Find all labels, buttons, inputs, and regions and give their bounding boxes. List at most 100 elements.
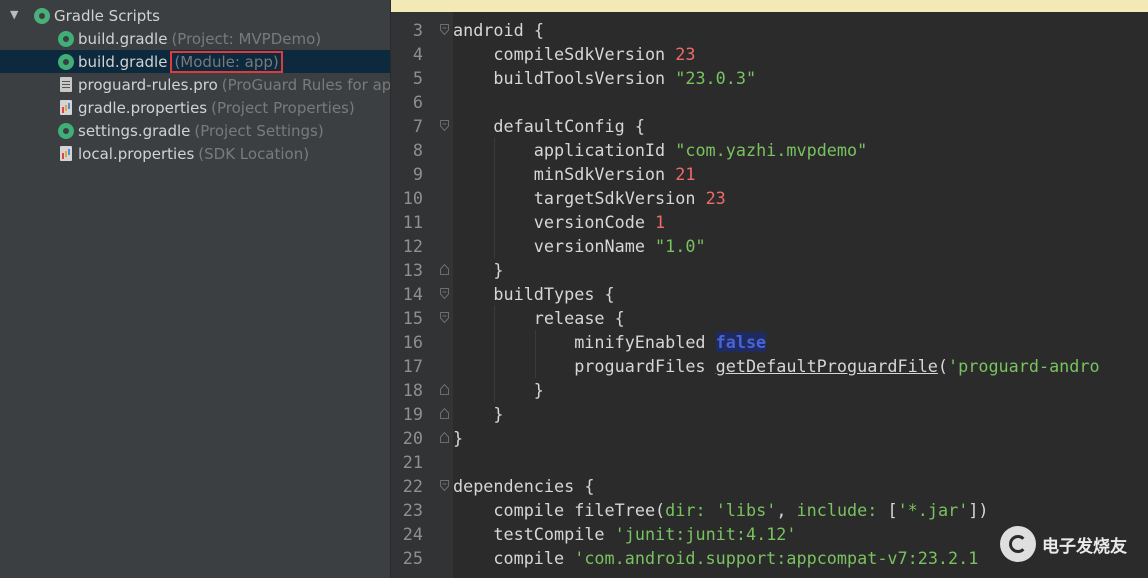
code-token: compileSdkVersion [493,44,676,64]
code-line[interactable]: 14 buildTypes { [391,282,1148,306]
code-text: compileSdkVersion 23 [493,42,695,66]
code-line[interactable]: 7 defaultConfig { [391,114,1148,138]
code-token: applicationId [533,140,676,160]
code-token: 'proguard-andro [948,356,1100,376]
file-name: proguard-rules.pro [78,75,218,94]
code-text: buildToolsVersion "23.0.3" [493,66,756,90]
code-line[interactable]: 12 versionName "1.0" [391,234,1148,258]
code-token: compile fileTree( [493,500,666,520]
tree-node-file[interactable]: settings.gradle (Project Settings) [0,119,390,142]
code-line[interactable]: 17 proguardFiles getDefaultProguardFile('… [391,354,1148,378]
code-text: } [453,426,463,450]
file-hint: (Project Properties) [211,98,355,117]
code-text: } [493,258,503,282]
code-token: release { [533,308,625,328]
code-text: targetSdkVersion 23 [534,186,726,210]
file-hint: (SDK Location) [198,144,310,163]
code-token: minifyEnabled [574,332,716,352]
code-text: versionCode 1 [534,210,665,234]
indent-guide [494,306,496,330]
tree-node-file[interactable]: build.gradle (Module: app) [0,50,390,73]
code-token: "1.0" [655,236,706,256]
code-token: } [493,404,504,424]
code-text: buildTypes { [493,282,614,306]
indent-guide [534,354,536,378]
line-number: 6 [412,92,423,112]
line-number: 19 [402,404,423,424]
line-number: 9 [412,164,423,184]
indent-guide [494,186,496,210]
watermark-logo-icon [1000,526,1036,562]
line-number: 4 [412,44,423,64]
code-token: "com.yazhi.mvpdemo" [675,140,868,160]
tree-node-gradle-scripts[interactable]: ▼ Gradle Scripts [0,4,390,27]
code-line[interactable]: 11 versionCode 1 [391,210,1148,234]
code-text: minSdkVersion 21 [534,162,696,186]
code-token: 1 [655,212,666,232]
code-text: compile 'com.android.support:appcompat-v… [493,546,978,570]
fold-open-icon[interactable] [440,312,449,323]
line-number: 25 [402,548,423,568]
properties-file-icon [60,146,72,161]
tree-node-label: Gradle Scripts [54,6,160,25]
code-line[interactable]: 18} [391,378,1148,402]
code-line[interactable]: 23 compile fileTree(dir: 'libs', include:… [391,498,1148,522]
file-hint: (ProGuard Rules for app [221,75,391,94]
code-token: ]) [968,500,989,520]
code-token: false [715,332,767,352]
code-line[interactable]: 22 dependencies { [391,474,1148,498]
line-number: 7 [412,116,423,136]
line-number: 8 [412,140,423,160]
code-text: versionName "1.0" [534,234,706,258]
indent-guide [494,162,496,186]
code-line[interactable]: 8 applicationId "com.yazhi.mvpdemo" [391,138,1148,162]
expand-arrow-icon[interactable]: ▼ [10,8,18,21]
code-line[interactable]: 3 android { [391,18,1148,42]
line-number: 14 [402,284,423,304]
code-line[interactable]: 9 minSdkVersion 21 [391,162,1148,186]
code-token: 'com.android.support:appcompat-v7:23.2.1 [574,548,979,568]
line-number: 21 [402,452,423,472]
code-token: getDefaultProguardFile [715,356,938,376]
fold-close-icon[interactable] [440,408,449,419]
indent-guide [494,234,496,258]
code-token: compile [493,548,575,568]
fold-open-icon[interactable] [440,480,449,491]
code-text: testCompile 'junit:junit:4.12' [493,522,796,546]
code-line[interactable]: 10 targetSdkVersion 23 [391,186,1148,210]
code-line[interactable]: 20} [391,426,1148,450]
fold-open-icon[interactable] [440,288,449,299]
indent-guide [494,378,496,402]
tree-node-file[interactable]: proguard-rules.pro (ProGuard Rules for ap… [0,73,390,96]
code-line[interactable]: 21 [391,450,1148,474]
code-text: } [493,402,503,426]
code-line[interactable]: 15 release { [391,306,1148,330]
code-line[interactable]: 16 minifyEnabled false [391,330,1148,354]
code-line[interactable]: 4 compileSdkVersion 23 [391,42,1148,66]
line-number: 5 [412,68,423,88]
code-token: 'libs' [715,500,777,520]
code-line[interactable]: 5 buildToolsVersion "23.0.3" [391,66,1148,90]
line-number: 24 [402,524,423,544]
code-line[interactable]: 13} [391,258,1148,282]
tree-node-file[interactable]: gradle.properties (Project Properties) [0,96,390,119]
fold-open-icon[interactable] [440,24,449,35]
tree-node-file[interactable]: build.gradle (Project: MVPDemo) [0,27,390,50]
code-token: 'junit:junit:4.12' [614,524,797,544]
fold-open-icon[interactable] [440,120,449,131]
fold-close-icon[interactable] [440,384,449,395]
code-text: proguardFiles getDefaultProguardFile('pr… [574,354,1099,378]
fold-close-icon[interactable] [440,264,449,275]
code-token: versionName [533,236,656,256]
code-token: buildTypes { [493,284,615,304]
line-number: 16 [402,332,423,352]
fold-close-icon[interactable] [440,432,449,443]
code-line[interactable]: 19} [391,402,1148,426]
code-text: defaultConfig { [493,114,645,138]
gradle-icon [58,53,74,70]
tree-node-file[interactable]: local.properties (SDK Location) [0,142,390,165]
gradle-icon [34,7,50,24]
code-token: versionCode [533,212,656,232]
code-line[interactable]: 6 [391,90,1148,114]
line-number: 12 [402,236,423,256]
